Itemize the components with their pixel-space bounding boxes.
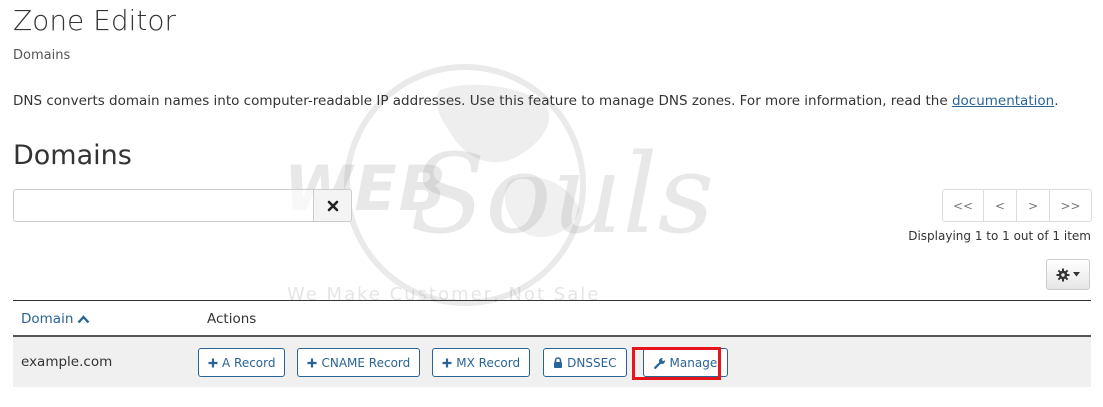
- domain-column-header[interactable]: Domain: [21, 311, 90, 327]
- breadcrumb: Domains: [13, 48, 71, 63]
- gear-icon: [1056, 268, 1070, 281]
- a-record-button[interactable]: A Record: [198, 348, 286, 377]
- intro-text-end: .: [1054, 93, 1059, 109]
- cname-record-button[interactable]: CNAME Record: [297, 348, 421, 377]
- a-record-label: A Record: [222, 355, 276, 370]
- plus-icon: [208, 358, 218, 367]
- row-actions: A Record CNAME Record MX Record DNSSEC M…: [198, 348, 729, 377]
- caret-down-icon: [1073, 272, 1080, 277]
- clear-search-button[interactable]: [313, 189, 352, 222]
- plus-icon: [442, 358, 452, 367]
- plus-icon: [307, 358, 317, 367]
- displaying-count: Displaying 1 to 1 out of 1 item: [908, 229, 1091, 243]
- watermark-souls-text: Souls: [410, 130, 715, 258]
- actions-column-header: Actions: [207, 311, 257, 327]
- prev-page-button[interactable]: <: [984, 189, 1017, 222]
- last-page-button[interactable]: >>: [1050, 189, 1092, 222]
- mx-record-label: MX Record: [456, 355, 521, 370]
- next-page-button[interactable]: >: [1017, 189, 1050, 222]
- domain-cell: example.com: [21, 354, 113, 370]
- domains-section-title: Domains: [13, 140, 132, 171]
- table-header: Domain Actions: [13, 300, 1091, 337]
- documentation-link[interactable]: documentation: [952, 93, 1054, 109]
- pagination: << < > >>: [942, 189, 1092, 222]
- search-input[interactable]: [13, 189, 313, 222]
- manage-button[interactable]: Manage: [642, 348, 729, 377]
- mx-record-button[interactable]: MX Record: [432, 348, 531, 377]
- dnssec-label: DNSSEC: [567, 355, 617, 370]
- wrench-icon: [653, 357, 665, 369]
- intro-text-body: DNS converts domain names into computer-…: [13, 93, 952, 109]
- page-title: Zone Editor: [13, 4, 177, 37]
- domain-column-label: Domain: [21, 311, 74, 327]
- chevron-up-icon: [78, 314, 90, 323]
- first-page-button[interactable]: <<: [942, 189, 984, 222]
- search-group: [13, 189, 352, 222]
- cname-record-label: CNAME Record: [321, 355, 411, 370]
- manage-label: Manage: [669, 355, 718, 370]
- intro-text: DNS converts domain names into computer-…: [13, 93, 1058, 109]
- lock-icon: [554, 357, 563, 368]
- close-icon: [327, 200, 338, 211]
- settings-button[interactable]: [1046, 259, 1090, 290]
- domains-table: Domain Actions example.com A Record CNAM…: [13, 300, 1091, 387]
- dnssec-button[interactable]: DNSSEC: [543, 348, 627, 377]
- table-row: example.com A Record CNAME Record MX Rec…: [13, 337, 1091, 387]
